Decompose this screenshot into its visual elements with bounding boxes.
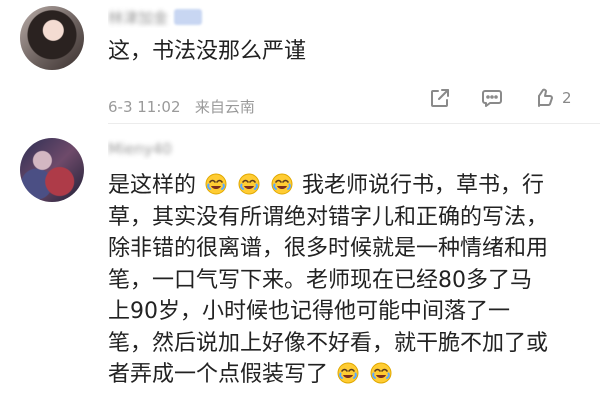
laughing-crying-emoji-icon	[336, 361, 360, 385]
laughing-crying-emoji-icon	[270, 172, 294, 196]
laughing-crying-emoji-icon	[237, 172, 261, 196]
avatar[interactable]	[20, 138, 84, 202]
comment-icon	[482, 90, 502, 107]
comment-1: 林津加金 这，书法没那么严谨 6-3 11:02 来自云南 2	[0, 0, 600, 124]
comment-line: 者弄成一个点假装写了	[108, 359, 578, 391]
badge-icon	[174, 9, 203, 25]
share-icon	[431, 89, 449, 107]
comment-line: 笔，一口气写下来。老师现在已经80多了马	[108, 267, 532, 293]
like-count: 2	[562, 89, 572, 107]
share-button[interactable]	[428, 86, 452, 110]
comment-2: Mieny40 是这样的 我老师说行书，草书，行 草，其实没有所谓绝对错字儿和正…	[0, 124, 600, 412]
thumbs-up-icon	[538, 88, 553, 107]
comment-line: 上90岁，小时候也记得他可能中间落了一	[108, 299, 510, 324]
comment-actions: 2	[0, 86, 600, 116]
reply-button[interactable]	[480, 86, 504, 110]
laughing-crying-emoji-icon	[369, 361, 393, 385]
avatar[interactable]	[20, 6, 84, 70]
username-text: Mieny40	[108, 140, 172, 158]
comment-line: 草，其实没有所谓绝对错字儿和正确的写法，	[108, 204, 549, 230]
like-button[interactable]: 2	[532, 86, 572, 110]
comment-line: 是这样的 我老师说行书，草书，行	[108, 172, 545, 198]
username-text: 林津加金	[108, 8, 169, 27]
comment-line: 笔，然后说加上好像不好看，就干脆不加了或	[108, 330, 549, 356]
comment-text: 是这样的 我老师说行书，草书，行 草，其实没有所谓绝对错字儿和正确的写法， 除非…	[108, 170, 578, 391]
comment-line: 除非错的很离谱，很多时候就是一种情绪和用	[108, 236, 549, 261]
laughing-crying-emoji-icon	[204, 172, 228, 196]
username[interactable]: 林津加金	[108, 6, 234, 28]
comment-text: 这，书法没那么严谨	[108, 39, 307, 64]
username[interactable]: Mieny40	[108, 138, 196, 160]
